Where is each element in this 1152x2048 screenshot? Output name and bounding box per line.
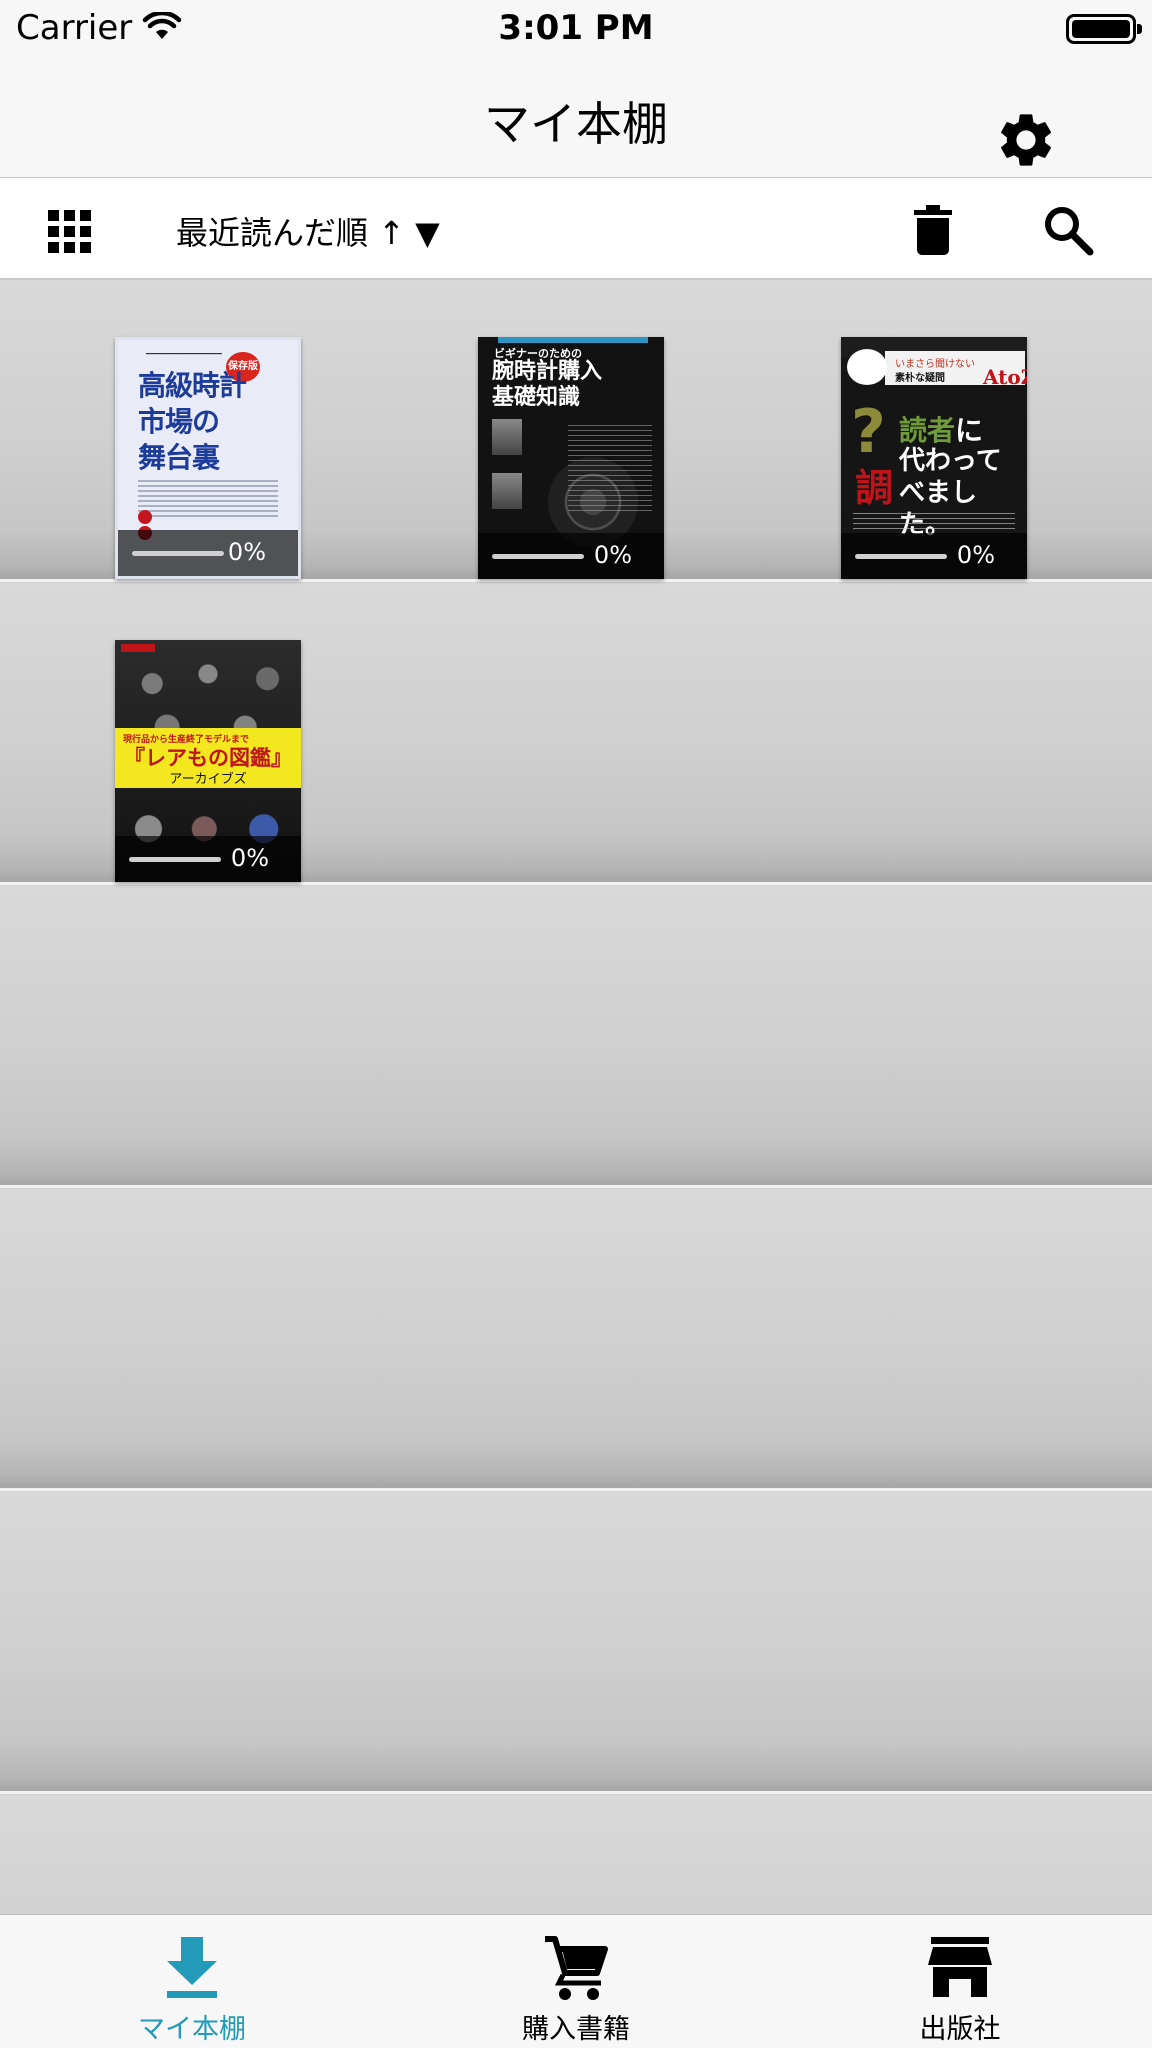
cover-subtitle: いまさら聞けない [895, 359, 975, 370]
progress-percent: 0% [227, 538, 266, 566]
tab-label: マイ本棚 [138, 2014, 246, 2045]
reading-progress: 0% [115, 836, 301, 882]
tab-label: 購入書籍 [522, 2014, 630, 2045]
cover-decoration [138, 510, 152, 524]
page-title: マイ本棚 [484, 97, 668, 151]
status-time: 3:01 PM [498, 8, 654, 48]
status-bar: Carrier 3:01 PM [0, 0, 1152, 58]
toolbar: 最近読んだ順 ↑ ▼ [0, 178, 1152, 280]
cover-logo [121, 644, 155, 652]
tab-bar: マイ本棚 購入書籍 出版社 [0, 1914, 1152, 2048]
book-item[interactable]: ━━━━━━━━━━━━━━━━━━ 保存版 高級時計 市場の 舞台裏 0% [115, 337, 301, 579]
download-icon [167, 1937, 217, 1998]
cover-decoration [847, 349, 887, 385]
shelf-row [0, 1795, 1152, 1914]
progress-percent: 0% [230, 844, 269, 872]
book-item[interactable]: ビギナーのための 腕時計購入 基礎知識 0% [478, 337, 664, 579]
progress-bar [855, 554, 947, 559]
cover-subtitle: 素朴な疑問 [895, 373, 945, 384]
tab-label: 出版社 [919, 2014, 1001, 2045]
trash-icon[interactable] [910, 204, 956, 256]
gear-icon[interactable] [994, 108, 1058, 172]
sort-dropdown[interactable]: 最近読んだ順 ↑ ▼ [176, 208, 440, 254]
cover-az: AtoZ [983, 365, 1027, 389]
grid-view-icon[interactable] [48, 210, 92, 254]
cover-text-lines [568, 425, 652, 515]
progress-bar [129, 857, 221, 862]
bookshelf: ━━━━━━━━━━━━━━━━━━ 保存版 高級時計 市場の 舞台裏 0% ビ… [0, 280, 1152, 1914]
tab-purchased-books[interactable]: 購入書籍 [384, 1915, 768, 2048]
cover-subtitle: アーカイブズ [169, 772, 247, 787]
cover-photo [492, 419, 522, 455]
reading-progress: 0% [841, 533, 1027, 579]
progress-percent: 0% [593, 541, 632, 569]
cover-title: 読者に [899, 414, 984, 447]
cover-text-lines [853, 513, 1015, 533]
cover-decoration [498, 337, 648, 343]
cover-title: 高級時計 市場の 舞台裏 [138, 369, 247, 474]
reading-progress: 0% [118, 530, 298, 576]
cover-title-accent: 調 [855, 466, 894, 510]
cover-decoration: ━━━━━━━━━━━━━━━━━━ [146, 350, 222, 358]
shelf-row [0, 886, 1152, 1188]
cover-text-lines [138, 480, 278, 520]
navigation-bar: マイ本棚 [0, 58, 1152, 178]
cover-photo [492, 473, 522, 509]
shelf-row [0, 1492, 1152, 1794]
shelf-row [0, 1189, 1152, 1491]
progress-percent: 0% [956, 541, 995, 569]
progress-bar [132, 551, 224, 556]
reading-progress: 0% [478, 533, 664, 579]
book-item[interactable]: 現行品から生産終了モデルまで 『レアもの図鑑』 アーカイブズ 0% [115, 640, 301, 882]
search-icon[interactable] [1042, 204, 1094, 256]
battery-icon [1066, 14, 1142, 44]
store-icon [928, 1937, 992, 1997]
book-item[interactable]: いまさら聞けない 素朴な疑問 AtoZ ? 読者に 代わって べました。 調 0… [841, 337, 1027, 579]
progress-bar [492, 554, 584, 559]
tab-publishers[interactable]: 出版社 [768, 1915, 1152, 2048]
cover-title: 腕時計購入 基礎知識 [492, 359, 603, 410]
tab-my-bookshelf[interactable]: マイ本棚 [0, 1915, 384, 2048]
cart-icon [545, 1936, 608, 2000]
